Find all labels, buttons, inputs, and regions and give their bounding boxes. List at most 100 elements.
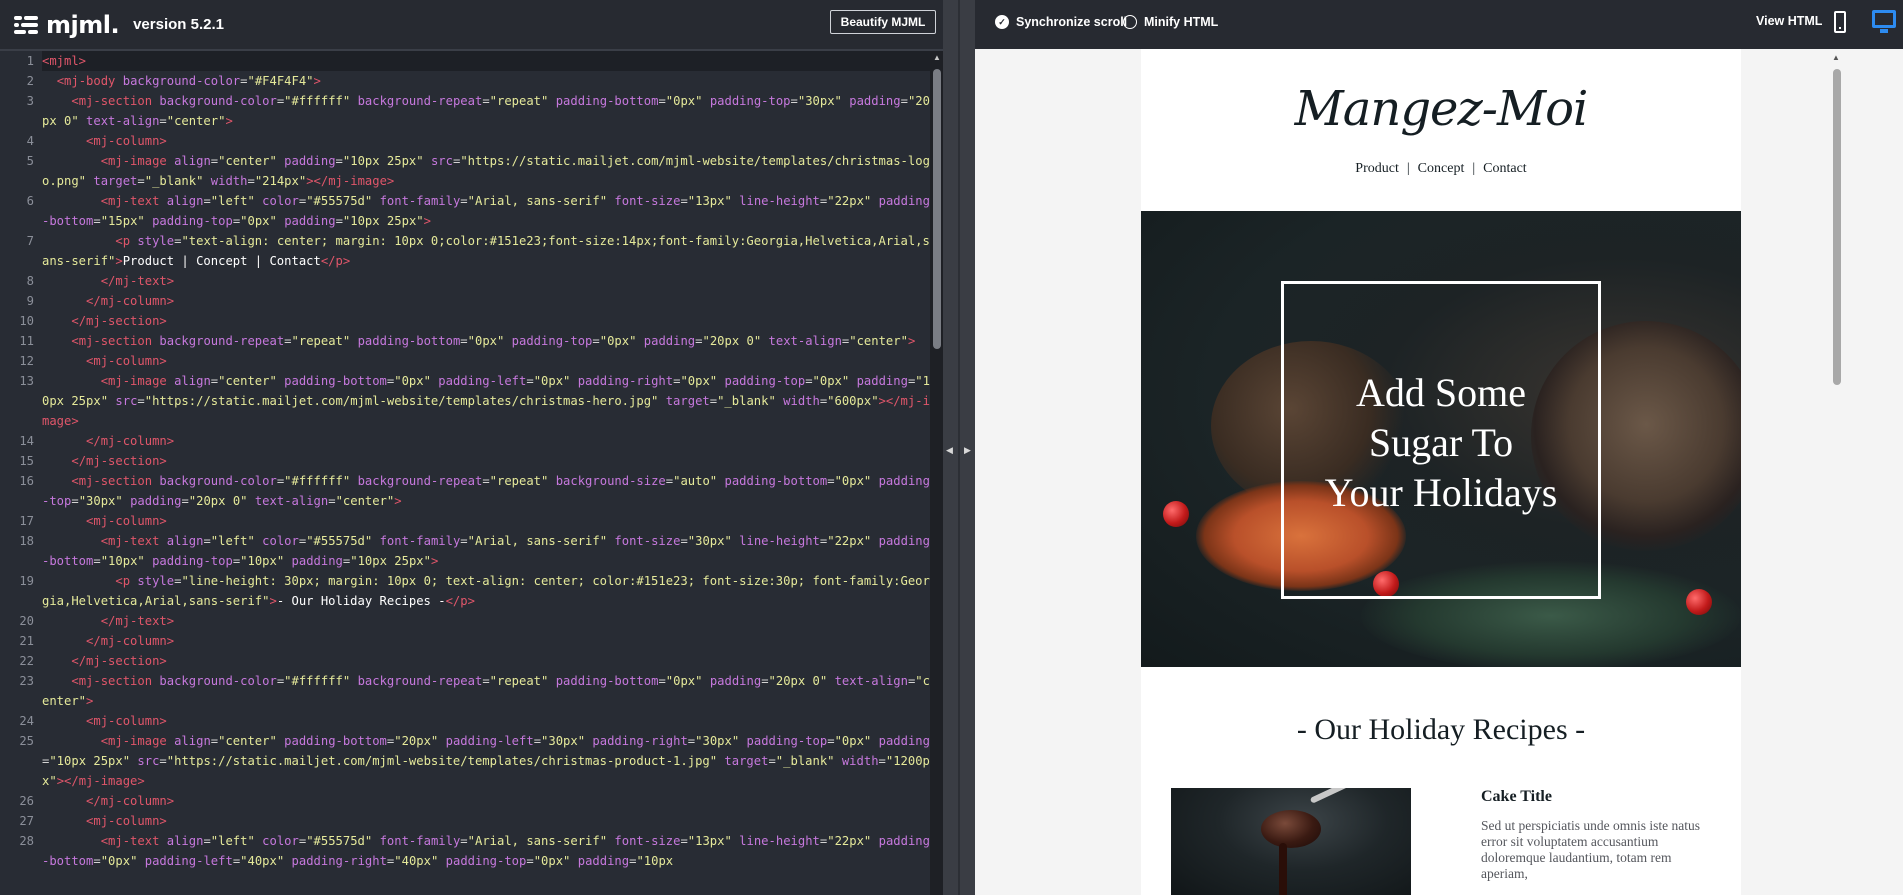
line-code[interactable]: <mj-text align="left" color="#55575d" fo… — [42, 831, 930, 871]
code-line[interactable]: 6 <mj-text align="left" color="#55575d" … — [0, 191, 930, 231]
code-line[interactable]: 5 <mj-image align="center" padding="10px… — [0, 151, 930, 191]
line-code[interactable]: <mj-column> — [42, 351, 930, 371]
sync-scroll-option[interactable]: ✓ Synchronize scroll — [995, 15, 1127, 29]
nav-link-contact[interactable]: Contact — [1479, 161, 1531, 176]
splitter-line — [958, 0, 960, 895]
minify-html-option[interactable]: Minify HTML — [1123, 15, 1218, 29]
hero-image[interactable]: Add Some Sugar To Your Holidays — [1141, 211, 1741, 667]
code-line[interactable]: 16 <mj-section background-color="#ffffff… — [0, 471, 930, 511]
line-number: 8 — [26, 274, 34, 288]
email-preview[interactable]: Mangez-Moi Product | Concept | Contact Add S… — [975, 49, 1827, 895]
editor-scroll-thumb[interactable] — [933, 69, 941, 349]
line-code[interactable]: <mj-column> — [42, 711, 930, 731]
view-html-button[interactable]: View HTML — [1756, 14, 1822, 28]
line-code[interactable]: <mj-column> — [42, 811, 930, 831]
preview-header: ✓ Synchronize scroll Minify HTML View HT… — [975, 0, 1903, 49]
line-code[interactable]: <mj-section background-color="#ffffff" b… — [42, 91, 930, 131]
code-line[interactable]: 28 <mj-text align="left" color="#55575d"… — [0, 831, 930, 871]
desktop-icon[interactable] — [1872, 10, 1896, 34]
line-code[interactable]: <p style="line-height: 30px; margin: 10p… — [42, 571, 930, 611]
phone-icon[interactable] — [1834, 11, 1846, 33]
line-number: 24 — [19, 714, 34, 728]
preview-scroll-thumb[interactable] — [1833, 69, 1841, 385]
code-line[interactable]: 27 <mj-column> — [0, 811, 930, 831]
code-line[interactable]: 12 <mj-column> — [0, 351, 930, 371]
code-line[interactable]: 24 <mj-column> — [0, 711, 930, 731]
code-line[interactable]: 3 <mj-section background-color="#ffffff"… — [0, 91, 930, 131]
line-number: 19 — [19, 574, 34, 588]
line-code[interactable]: <mj-body background-color="#F4F4F4"> — [42, 71, 930, 91]
code-line[interactable]: 11 <mj-section background-repeat="repeat… — [0, 331, 930, 351]
code-editor[interactable]: 1 <mjml> 2 <mj-body background-color="#F4F… — [0, 51, 930, 895]
line-number: 22 — [19, 654, 34, 668]
code-line[interactable]: 13 <mj-image align="center" padding-bott… — [0, 371, 930, 431]
chocolate-drip-shape — [1279, 843, 1287, 895]
berry-shape — [1163, 501, 1189, 527]
collapse-left-icon[interactable]: ◀ — [946, 445, 953, 456]
nav-link-concept[interactable]: Concept — [1414, 161, 1469, 176]
code-line[interactable]: 18 <mj-text align="left" color="#55575d"… — [0, 531, 930, 571]
line-code[interactable]: <mj-text align="left" color="#55575d" fo… — [42, 531, 930, 571]
scroll-up-arrow-icon[interactable]: ▲ — [933, 53, 941, 62]
logo-text: mjml. — [46, 10, 120, 39]
line-code[interactable]: <mj-image align="center" padding-bottom=… — [42, 371, 930, 431]
code-line[interactable]: 1 <mjml> — [0, 51, 930, 71]
line-number: 4 — [26, 134, 34, 148]
line-number: 2 — [26, 74, 34, 88]
product-image[interactable] — [1171, 788, 1411, 895]
code-line[interactable]: 17 <mj-column> — [0, 511, 930, 531]
code-line[interactable]: 20 </mj-text> — [0, 611, 930, 631]
line-number: 12 — [19, 354, 34, 368]
code-line[interactable]: 25 <mj-image align="center" padding-bott… — [0, 731, 930, 791]
code-line[interactable]: 8 </mj-text> — [0, 271, 930, 291]
line-code[interactable]: </mj-section> — [42, 311, 930, 331]
product-row: Cake Title Sed ut perspiciatis unde omni… — [1141, 788, 1741, 895]
line-code[interactable]: </mj-column> — [42, 291, 930, 311]
line-code[interactable]: </mj-section> — [42, 651, 930, 671]
code-line[interactable]: 15 </mj-section> — [0, 451, 930, 471]
code-line[interactable]: 22 </mj-section> — [0, 651, 930, 671]
code-line[interactable]: 9 </mj-column> — [0, 291, 930, 311]
line-code[interactable]: </mj-section> — [42, 451, 930, 471]
code-line[interactable]: 4 <mj-column> — [0, 131, 930, 151]
check-circle-icon[interactable]: ✓ — [995, 15, 1009, 29]
code-line[interactable]: 26 </mj-column> — [0, 791, 930, 811]
code-line[interactable]: 21 </mj-column> — [0, 631, 930, 651]
expand-right-icon[interactable]: ▶ — [964, 445, 971, 456]
code-line[interactable]: 19 <p style="line-height: 30px; margin: … — [0, 571, 930, 611]
line-code[interactable]: </mj-text> — [42, 271, 930, 291]
line-code[interactable]: <mj-image align="center" padding="10px 2… — [42, 151, 930, 191]
line-code[interactable]: </mj-column> — [42, 631, 930, 651]
code-line[interactable]: 23 <mj-section background-color="#ffffff… — [0, 671, 930, 711]
beautify-mjml-button[interactable]: Beautify MJML — [830, 10, 936, 34]
line-code[interactable]: <mj-section background-color="#ffffff" b… — [42, 471, 930, 511]
line-number: 26 — [19, 794, 34, 808]
code-line[interactable]: 10 </mj-section> — [0, 311, 930, 331]
line-number: 11 — [19, 334, 34, 348]
line-number: 23 — [19, 674, 34, 688]
line-code[interactable]: </mj-text> — [42, 611, 930, 631]
line-number: 16 — [19, 474, 34, 488]
line-code[interactable]: <mj-text align="left" color="#55575d" fo… — [42, 191, 930, 231]
line-number: 28 — [19, 834, 34, 848]
line-code[interactable]: </mj-column> — [42, 431, 930, 451]
line-code[interactable]: <mj-section background-repeat="repeat" p… — [42, 331, 930, 351]
code-line[interactable]: 2 <mj-body background-color="#F4F4F4"> — [0, 71, 930, 91]
code-line[interactable]: 7 <p style="text-align: center; margin: … — [0, 231, 930, 271]
preview-scrollbar[interactable]: ▲ — [1827, 49, 1846, 895]
line-code[interactable]: <mj-section background-color="#ffffff" b… — [42, 671, 930, 711]
line-code[interactable]: <mjml> — [42, 51, 930, 71]
line-code[interactable]: <mj-column> — [42, 511, 930, 531]
nav-link-product[interactable]: Product — [1351, 161, 1403, 176]
line-code[interactable]: <p style="text-align: center; margin: 10… — [42, 231, 930, 271]
scroll-up-arrow-icon[interactable]: ▲ — [1832, 53, 1840, 62]
line-code[interactable]: <mj-image align="center" padding-bottom=… — [42, 731, 930, 791]
line-code[interactable]: </mj-column> — [42, 791, 930, 811]
radio-circle-icon[interactable] — [1123, 15, 1137, 29]
editor-scrollbar[interactable]: ▲ — [930, 51, 943, 895]
code-line[interactable]: 14 </mj-column> — [0, 431, 930, 451]
line-number: 5 — [26, 154, 34, 168]
line-code[interactable]: <mj-column> — [42, 131, 930, 151]
pane-splitter[interactable]: ◀ ▶ — [943, 0, 975, 895]
recipes-heading: - Our Holiday Recipes - — [1296, 713, 1586, 746]
